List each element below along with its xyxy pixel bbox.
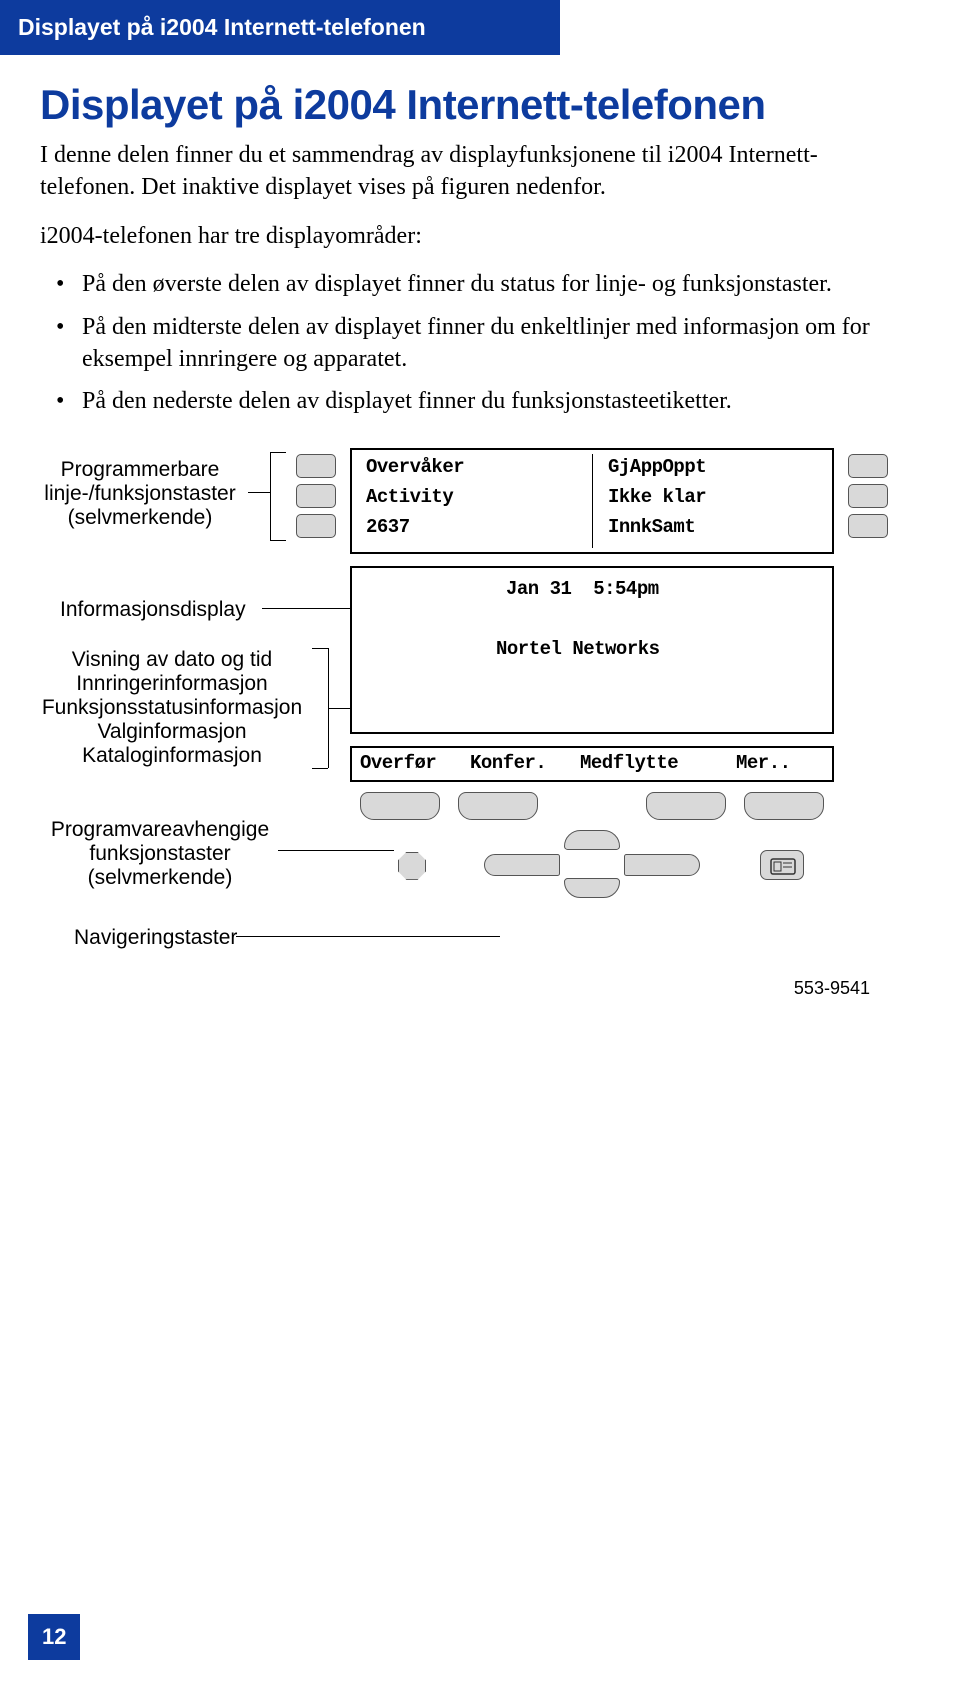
directory-button[interactable] bbox=[760, 850, 804, 880]
line-key[interactable] bbox=[848, 454, 888, 478]
connector bbox=[270, 452, 271, 540]
line-key[interactable] bbox=[296, 454, 336, 478]
callout-info-lines: Visning av dato og tid Innringerinformas… bbox=[22, 648, 322, 769]
bullet-item: På den øverste delen av displayet finner… bbox=[82, 268, 910, 300]
nav-right[interactable] bbox=[624, 854, 700, 876]
bullet-item: På den midterste delen av displayet finn… bbox=[82, 311, 910, 376]
quit-button[interactable] bbox=[398, 852, 426, 880]
divider bbox=[592, 454, 593, 548]
display-line: Activity bbox=[366, 486, 453, 508]
connector bbox=[312, 768, 328, 769]
display-line: InnkSamt bbox=[608, 516, 695, 538]
phone-diagram: Programmerbare linje-/funksjonstaster (s… bbox=[40, 448, 920, 1068]
nav-left[interactable] bbox=[484, 854, 560, 876]
figure-reference: 553-9541 bbox=[794, 978, 870, 999]
bullet-item: På den nederste delen av displayet finne… bbox=[82, 385, 910, 417]
line-key[interactable] bbox=[848, 514, 888, 538]
connector bbox=[270, 452, 286, 453]
line-key[interactable] bbox=[296, 514, 336, 538]
page-number: 12 bbox=[28, 1614, 80, 1660]
display-line: GjAppOppt bbox=[608, 456, 706, 478]
line-key[interactable] bbox=[848, 484, 888, 508]
display-datetime: Jan 31 5:54pm bbox=[506, 578, 659, 600]
header-bar: Displayet på i2004 Internett-telefonen bbox=[0, 0, 560, 55]
softkey-label: Overfør bbox=[360, 752, 436, 774]
bullet-list: På den øverste delen av displayet finner… bbox=[40, 268, 910, 418]
connector bbox=[278, 850, 394, 851]
connector bbox=[312, 648, 328, 649]
display-line: Overvåker bbox=[366, 456, 464, 478]
connector bbox=[236, 936, 500, 937]
callout-line-keys: Programmerbare linje-/funksjonstaster (s… bbox=[30, 458, 250, 530]
card-icon bbox=[761, 851, 805, 881]
header-text: Displayet på i2004 Internett-telefonen bbox=[18, 14, 426, 40]
page-title: Displayet på i2004 Internett-telefonen bbox=[40, 83, 910, 127]
line-key[interactable] bbox=[296, 484, 336, 508]
intro-paragraph: I denne delen finner du et sammendrag av… bbox=[40, 139, 910, 204]
softkey[interactable] bbox=[458, 792, 538, 820]
callout-nav: Navigeringstaster bbox=[74, 926, 237, 950]
softkey-label: Medflytte bbox=[580, 752, 678, 774]
softkey-label: Konfer. bbox=[470, 752, 546, 774]
callout-info-display: Informasjonsdisplay bbox=[60, 598, 246, 622]
nav-down[interactable] bbox=[564, 878, 620, 898]
softkey[interactable] bbox=[744, 792, 824, 820]
softkey-label: Mer.. bbox=[736, 752, 791, 774]
lead-paragraph: i2004-telefonen har tre displayområder: bbox=[40, 220, 910, 252]
display-line: Ikke klar bbox=[608, 486, 706, 508]
connector bbox=[262, 608, 350, 609]
softkey[interactable] bbox=[360, 792, 440, 820]
connector bbox=[328, 708, 350, 709]
callout-softkeys: Programvareavhengige funksjonstaster (se… bbox=[40, 818, 280, 890]
softkey[interactable] bbox=[646, 792, 726, 820]
display-line: 2637 bbox=[366, 516, 410, 538]
connector bbox=[270, 540, 286, 541]
connector bbox=[248, 492, 270, 493]
display-name: Nortel Networks bbox=[496, 638, 660, 660]
nav-up[interactable] bbox=[564, 830, 620, 850]
content: Displayet på i2004 Internett-telefonen I… bbox=[0, 55, 960, 1068]
